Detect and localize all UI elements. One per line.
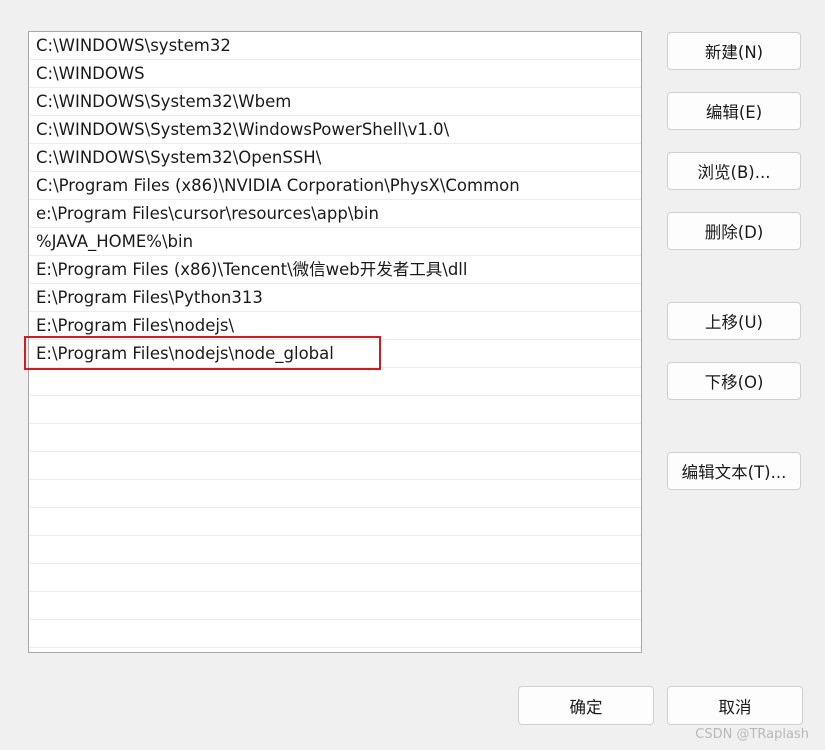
empty-row[interactable]: [29, 424, 641, 452]
path-list[interactable]: C:\WINDOWS\system32 C:\WINDOWS C:\WINDOW…: [28, 31, 642, 653]
list-item[interactable]: C:\WINDOWS: [29, 60, 641, 88]
move-up-button[interactable]: 上移(U): [667, 302, 801, 340]
empty-row[interactable]: [29, 480, 641, 508]
watermark: CSDN @TRaplash: [695, 727, 809, 742]
list-item[interactable]: E:\Program Files (x86)\Tencent\微信web开发者工…: [29, 256, 641, 284]
delete-button[interactable]: 删除(D): [667, 212, 801, 250]
edit-button[interactable]: 编辑(E): [667, 92, 801, 130]
list-item[interactable]: C:\Program Files (x86)\NVIDIA Corporatio…: [29, 172, 641, 200]
list-item[interactable]: E:\Program Files\nodejs\node_global: [29, 340, 641, 368]
list-item[interactable]: C:\WINDOWS\System32\WindowsPowerShell\v1…: [29, 116, 641, 144]
list-item[interactable]: C:\WINDOWS\system32: [29, 32, 641, 60]
empty-row[interactable]: [29, 592, 641, 620]
edit-text-button[interactable]: 编辑文本(T)...: [667, 452, 801, 490]
browse-button[interactable]: 浏览(B)...: [667, 152, 801, 190]
cancel-button[interactable]: 取消: [667, 686, 803, 725]
list-item[interactable]: E:\Program Files\nodejs\: [29, 312, 641, 340]
empty-row[interactable]: [29, 452, 641, 480]
empty-row[interactable]: [29, 564, 641, 592]
empty-row[interactable]: [29, 396, 641, 424]
new-button[interactable]: 新建(N): [667, 32, 801, 70]
empty-row[interactable]: [29, 536, 641, 564]
list-item[interactable]: %JAVA_HOME%\bin: [29, 228, 641, 256]
list-item[interactable]: e:\Program Files\cursor\resources\app\bi…: [29, 200, 641, 228]
empty-row[interactable]: [29, 508, 641, 536]
empty-row[interactable]: [29, 368, 641, 396]
list-item[interactable]: C:\WINDOWS\System32\OpenSSH\: [29, 144, 641, 172]
empty-row[interactable]: [29, 620, 641, 648]
move-down-button[interactable]: 下移(O): [667, 362, 801, 400]
list-item[interactable]: C:\WINDOWS\System32\Wbem: [29, 88, 641, 116]
list-item[interactable]: E:\Program Files\Python313: [29, 284, 641, 312]
ok-button[interactable]: 确定: [518, 686, 654, 725]
